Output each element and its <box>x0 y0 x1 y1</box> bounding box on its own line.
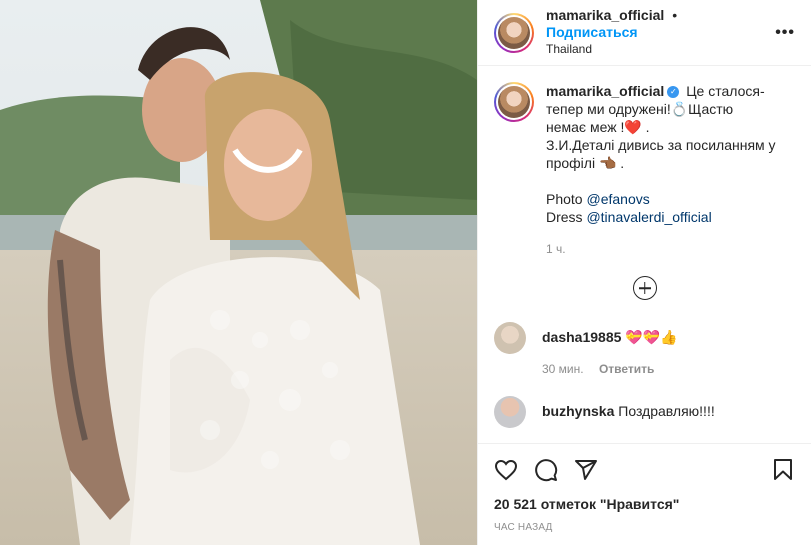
header-text: mamarika_official • Подписаться Thailand <box>546 7 775 58</box>
caption-line2: З.И.Деталі дивись за посиланням у профіл… <box>546 137 776 171</box>
comment-body: buzhynska Поздравляю!!!! <box>542 396 715 428</box>
post-timestamp[interactable]: час назад <box>494 522 795 533</box>
follow-button[interactable]: Подписаться <box>546 24 638 40</box>
action-icons <box>494 444 795 496</box>
photo-credit-link[interactable]: @efanovs <box>586 191 649 207</box>
reply-button[interactable]: Ответить <box>599 362 654 376</box>
comment-time: 30 мин. <box>542 362 584 376</box>
comment-icon[interactable] <box>534 458 558 482</box>
post-sidebar: mamarika_official • Подписаться Thailand… <box>477 0 811 545</box>
header-username[interactable]: mamarika_official <box>546 7 664 23</box>
photo-label: Photo <box>546 191 583 207</box>
dress-label: Dress <box>546 209 583 225</box>
caption-time: 1 ч. <box>546 242 566 256</box>
bookmark-icon[interactable] <box>771 458 795 482</box>
comment-item: buzhynska Поздравляю!!!! <box>494 396 795 428</box>
separator-dot: • <box>672 7 678 23</box>
comment-username[interactable]: dasha19885 <box>542 329 621 345</box>
more-options-icon[interactable]: ••• <box>775 24 795 42</box>
heart-icon[interactable] <box>494 458 518 482</box>
dress-credit-link[interactable]: @tinavalerdi_official <box>586 209 711 225</box>
comment-avatar[interactable] <box>494 396 526 428</box>
post-header: mamarika_official • Подписаться Thailand… <box>478 0 811 66</box>
comments-section: mamarika_official ✓ Це сталося-тепер ми о… <box>478 66 811 443</box>
comment-username[interactable]: buzhynska <box>542 403 614 419</box>
likes-count[interactable]: 20 521 отметок "Нравится" <box>494 496 795 512</box>
comment-body: dasha19885 💝💝👍 30 мин. Ответить <box>542 322 678 378</box>
instagram-post: mamarika_official • Подписаться Thailand… <box>0 0 811 545</box>
plus-circle-icon[interactable] <box>632 276 657 300</box>
comment-text: Поздравляю!!!! <box>618 403 715 419</box>
caption-body: mamarika_official ✓ Це сталося-тепер ми о… <box>546 82 776 258</box>
comment-text: 💝💝👍 <box>625 329 678 345</box>
comment-item: dasha19885 💝💝👍 30 мин. Ответить <box>494 322 795 378</box>
actions-area: 20 521 отметок "Нравится" час назад <box>478 443 811 545</box>
send-icon[interactable] <box>574 458 598 482</box>
load-more-comments[interactable] <box>494 276 795 300</box>
comment-avatar[interactable] <box>494 322 526 354</box>
post-photo[interactable] <box>0 0 477 545</box>
wedding-photo-illustration <box>0 0 477 545</box>
verified-badge-icon: ✓ <box>667 86 680 99</box>
location-link[interactable]: Thailand <box>546 41 775 58</box>
avatar[interactable] <box>494 12 534 53</box>
comment-meta: 30 мин. Ответить <box>542 360 678 378</box>
caption-avatar[interactable] <box>494 82 534 122</box>
caption: mamarika_official ✓ Це сталося-тепер ми о… <box>494 82 795 258</box>
caption-username[interactable]: mamarika_official <box>546 83 664 99</box>
